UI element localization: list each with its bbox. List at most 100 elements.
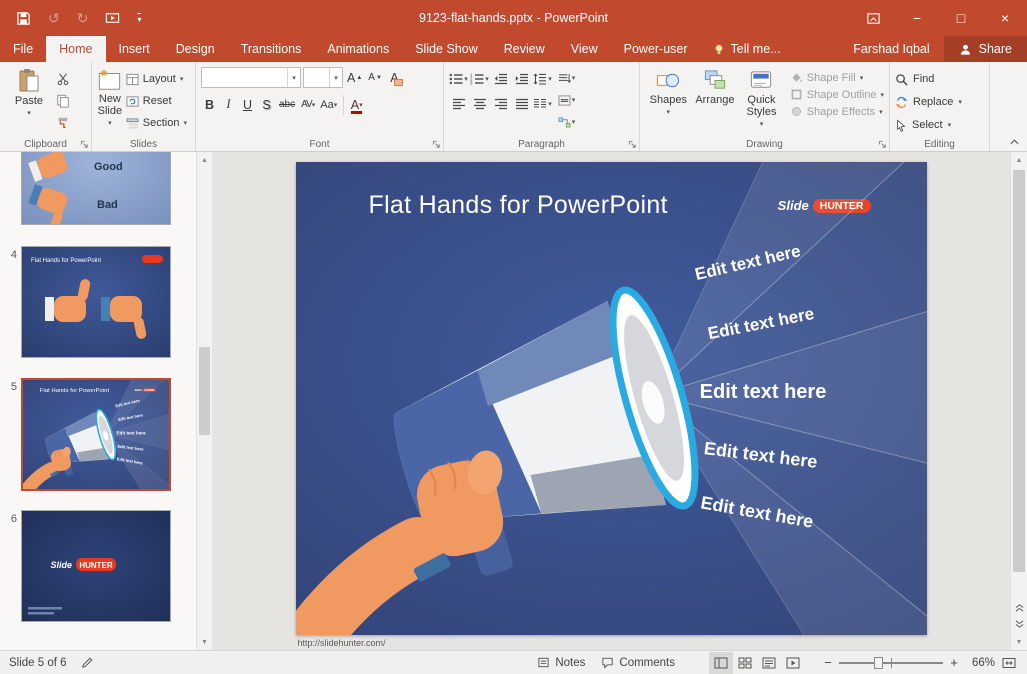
undo-button[interactable]: ↺ bbox=[48, 10, 60, 27]
cut-button[interactable] bbox=[53, 69, 73, 89]
section-button[interactable]: Section▾ bbox=[123, 113, 190, 133]
change-case-button[interactable]: Aa▾ bbox=[318, 94, 339, 115]
paste-button[interactable]: Paste ▾ bbox=[5, 65, 53, 136]
clipboard-dialog-launcher[interactable] bbox=[80, 140, 89, 149]
zoom-level[interactable]: 66% bbox=[963, 657, 997, 669]
underline-button[interactable]: U bbox=[239, 94, 256, 115]
shape-fill-button[interactable]: Shape Fill▾ bbox=[790, 71, 884, 84]
numbering-button[interactable]: 123▾ bbox=[470, 69, 489, 89]
main-scrollbar-thumb[interactable] bbox=[1013, 170, 1025, 572]
redo-button[interactable]: ↻ bbox=[77, 10, 89, 27]
slide-footer-link[interactable]: http://slidehunter.com/ bbox=[298, 638, 927, 648]
convert-to-smartart-button[interactable]: ▾ bbox=[557, 112, 576, 132]
text-shadow-button[interactable]: S bbox=[258, 94, 275, 115]
select-button[interactable]: Select▾ bbox=[895, 115, 962, 135]
zoom-slider[interactable] bbox=[839, 651, 943, 674]
tab-file[interactable]: File bbox=[0, 36, 46, 62]
slide-show-view-button[interactable] bbox=[781, 652, 805, 674]
new-slide-button[interactable]: New Slide ▾ bbox=[97, 65, 123, 136]
scroll-up-icon[interactable]: ▲ bbox=[197, 152, 212, 168]
tab-power-user[interactable]: Power-user bbox=[611, 36, 701, 62]
format-painter-button[interactable] bbox=[53, 113, 73, 133]
arrange-button[interactable]: Arrange bbox=[692, 65, 739, 136]
reset-button[interactable]: Reset bbox=[123, 91, 190, 111]
grow-font-button[interactable]: A▲ bbox=[345, 67, 364, 88]
shrink-font-button[interactable]: A▼ bbox=[366, 67, 384, 88]
notes-button[interactable]: Notes bbox=[529, 651, 593, 674]
close-button[interactable]: × bbox=[983, 0, 1027, 36]
thumbnail-slide-4[interactable]: Flat Hands for PowerPoint bbox=[21, 246, 171, 358]
thumbnail-slide-3[interactable]: Good Bad bbox=[21, 152, 171, 225]
clear-formatting-button[interactable]: A bbox=[386, 67, 403, 88]
find-button[interactable]: Find bbox=[895, 69, 962, 89]
tab-transitions[interactable]: Transitions bbox=[228, 36, 315, 62]
collapse-ribbon-button[interactable] bbox=[1009, 138, 1020, 146]
megaphone-artwork[interactable]: Edit text here Edit text here Edit text … bbox=[296, 162, 927, 635]
zoom-slider-thumb[interactable] bbox=[874, 657, 883, 669]
tab-review[interactable]: Review bbox=[491, 36, 558, 62]
slide-sorter-view-button[interactable] bbox=[733, 652, 757, 674]
pen-button[interactable] bbox=[81, 656, 94, 669]
justify-button[interactable] bbox=[512, 94, 531, 114]
scroll-down-icon[interactable]: ▼ bbox=[197, 634, 212, 650]
ribbon-display-options-button[interactable] bbox=[851, 0, 895, 36]
thumbnail-slide-5[interactable]: Flat Hands for PowerPoint Slide HUNTER bbox=[21, 378, 171, 491]
slide-canvas[interactable]: Flat Hands for PowerPoint Slide HUNTER bbox=[212, 152, 1010, 650]
thumbnail-slide-6[interactable]: Slide HUNTER bbox=[21, 510, 171, 622]
share-button[interactable]: Share bbox=[944, 36, 1027, 62]
italic-button[interactable]: I bbox=[220, 94, 237, 115]
paragraph-dialog-launcher[interactable] bbox=[628, 140, 637, 149]
font-name-combo[interactable]: ▾ bbox=[201, 67, 301, 88]
fit-slide-button[interactable] bbox=[997, 652, 1021, 674]
next-slide-button[interactable] bbox=[1011, 616, 1027, 632]
scroll-down-icon[interactable]: ▼ bbox=[1011, 634, 1027, 650]
align-left-button[interactable] bbox=[449, 94, 468, 114]
maximize-button[interactable]: □ bbox=[939, 0, 983, 36]
thumbnail-scrollbar[interactable]: ▲ ▼ bbox=[196, 152, 212, 650]
reading-view-button[interactable] bbox=[757, 652, 781, 674]
minimize-button[interactable]: − bbox=[895, 0, 939, 36]
font-size-combo[interactable]: ▾ bbox=[303, 67, 343, 88]
tell-me-box[interactable]: Tell me... bbox=[701, 36, 793, 62]
tab-animations[interactable]: Animations bbox=[314, 36, 402, 62]
shape-effects-button[interactable]: Shape Effects▾ bbox=[790, 105, 884, 118]
quick-styles-button[interactable]: Quick Styles ▾ bbox=[738, 65, 785, 136]
shape-outline-button[interactable]: Shape Outline▾ bbox=[790, 88, 884, 101]
bullets-button[interactable]: ▾ bbox=[449, 69, 468, 89]
thumbnail-scrollbar-thumb[interactable] bbox=[199, 347, 210, 435]
tab-design[interactable]: Design bbox=[163, 36, 228, 62]
previous-slide-button[interactable] bbox=[1011, 600, 1027, 616]
start-slideshow-button[interactable] bbox=[105, 11, 120, 26]
strikethrough-button[interactable]: abc bbox=[277, 94, 297, 115]
normal-view-button[interactable] bbox=[709, 652, 733, 674]
zoom-in-button[interactable]: + bbox=[945, 655, 963, 670]
tab-insert[interactable]: Insert bbox=[106, 36, 163, 62]
text-direction-button[interactable]: ▾ bbox=[557, 68, 576, 88]
save-button[interactable] bbox=[16, 11, 31, 26]
font-color-button[interactable]: A▾ bbox=[348, 94, 365, 115]
tab-slide-show[interactable]: Slide Show bbox=[402, 36, 491, 62]
main-scrollbar[interactable]: ▲ ▼ bbox=[1010, 152, 1027, 650]
decrease-indent-button[interactable] bbox=[491, 69, 510, 89]
scroll-up-icon[interactable]: ▲ bbox=[1011, 152, 1027, 168]
increase-indent-button[interactable] bbox=[512, 69, 531, 89]
columns-button[interactable]: ▾ bbox=[533, 94, 552, 114]
drawing-dialog-launcher[interactable] bbox=[878, 140, 887, 149]
align-text-button[interactable]: ▾ bbox=[557, 90, 576, 110]
slide-thumbnail-panel[interactable]: Good Bad 4 Flat Hands for PowerPoint 5 bbox=[0, 152, 196, 650]
align-right-button[interactable] bbox=[491, 94, 510, 114]
layout-button[interactable]: Layout▾ bbox=[123, 69, 190, 89]
font-dialog-launcher[interactable] bbox=[432, 140, 441, 149]
line-spacing-button[interactable]: ▾ bbox=[533, 69, 552, 89]
slide-5-editing-surface[interactable]: Flat Hands for PowerPoint Slide HUNTER bbox=[296, 162, 927, 635]
replace-button[interactable]: Replace▾ bbox=[895, 92, 962, 112]
comments-button[interactable]: Comments bbox=[593, 651, 683, 674]
character-spacing-button[interactable]: AV▾ bbox=[299, 94, 316, 115]
tab-home[interactable]: Home bbox=[46, 36, 105, 62]
align-center-button[interactable] bbox=[470, 94, 489, 114]
copy-button[interactable] bbox=[53, 91, 73, 111]
shapes-button[interactable]: Shapes ▾ bbox=[645, 65, 692, 136]
qat-customize-button[interactable]: ▾ bbox=[137, 13, 141, 24]
zoom-out-button[interactable]: − bbox=[819, 655, 837, 670]
user-name[interactable]: Farshad Iqbal bbox=[839, 36, 943, 62]
